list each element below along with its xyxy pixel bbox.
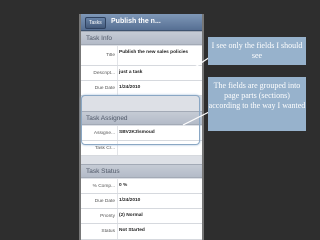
callout-grouped-sections: The fields are grouped into page parts (… [208, 77, 306, 131]
callout-visible-fields: I see only the fields I should see [208, 37, 306, 65]
